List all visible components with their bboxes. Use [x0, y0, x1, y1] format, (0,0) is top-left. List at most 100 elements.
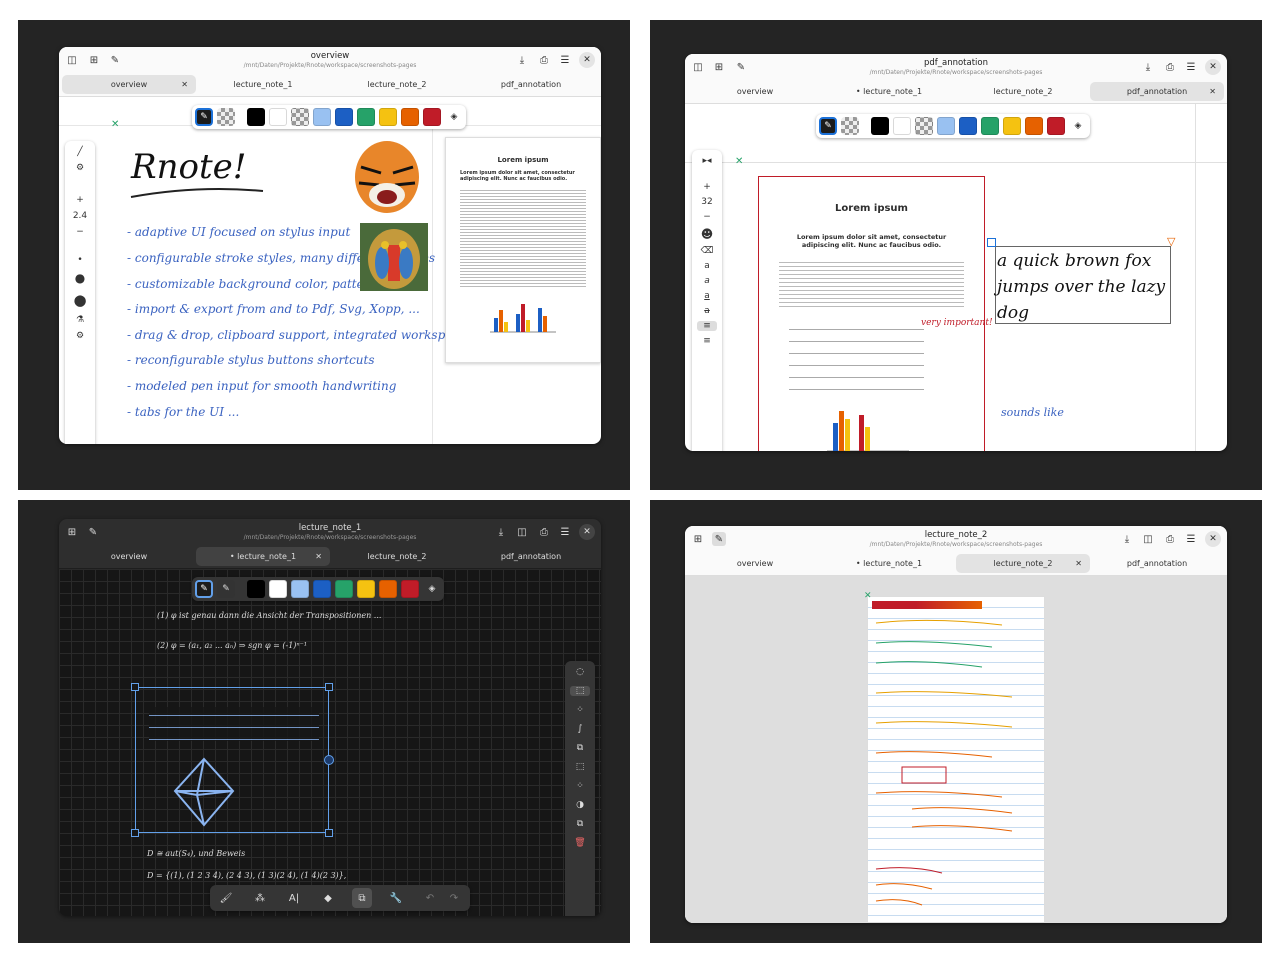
close-button[interactable]: ✕ [1205, 59, 1221, 75]
canvas[interactable]: ✕ [685, 576, 1227, 923]
menu-icon[interactable]: ☰ [1184, 532, 1198, 546]
settings-icon[interactable]: ⚙ [70, 163, 90, 173]
font-strikethrough-icon[interactable]: a [697, 306, 717, 316]
font-italic-icon[interactable]: a [697, 276, 717, 286]
swatch-white[interactable] [269, 108, 287, 126]
delete-icon[interactable]: 🗑 [570, 838, 590, 848]
invert-color-icon[interactable]: ◑ [570, 800, 590, 810]
stroke-width-large-icon[interactable]: ● [70, 291, 90, 309]
color-picker-icon[interactable]: ◈ [423, 580, 441, 598]
single-select-icon[interactable]: ⁘ [570, 705, 590, 715]
print-icon[interactable]: ⎙ [537, 525, 551, 539]
close-button[interactable]: ✕ [579, 52, 595, 68]
selector-icon[interactable]: ⧉ [352, 888, 372, 908]
lasso-icon[interactable]: ◌ [570, 667, 590, 677]
swatch-black[interactable] [247, 580, 265, 598]
resize-lock-icon[interactable]: ⧉ [570, 743, 590, 753]
typewriter-icon[interactable]: A| [284, 888, 304, 908]
rectangle-select-icon[interactable]: ⬚ [570, 686, 590, 696]
fill-color-icon[interactable]: ✎ [217, 580, 235, 598]
selection-handle-icon[interactable]: ▽ [1167, 235, 1175, 248]
stroke-color-icon[interactable]: ✎ [195, 108, 213, 126]
undo-icon[interactable]: ↶ [420, 888, 440, 908]
clear-format-icon[interactable]: ⌫ [697, 246, 717, 256]
pen-settings-icon[interactable]: ⚙ [70, 331, 90, 341]
swatch-lightblue[interactable] [291, 580, 309, 598]
save-icon[interactable]: ⤓ [515, 53, 529, 67]
rotate-handle-icon[interactable] [324, 755, 334, 765]
zoom-in-icon[interactable]: + [697, 182, 717, 192]
emoji-icon[interactable]: ☻ [697, 227, 717, 241]
font-underline-icon[interactable]: a [697, 291, 717, 301]
menu-icon[interactable]: ☰ [1184, 60, 1198, 74]
swatch-blue[interactable] [959, 117, 977, 135]
selection-handle-icon[interactable] [987, 238, 996, 247]
tab-pdf-annotation[interactable]: pdf_annotation [464, 75, 598, 94]
swatch-transparent[interactable] [291, 108, 309, 126]
tab-lecture-note-1[interactable]: • lecture_note_1 [822, 554, 956, 573]
swatch-red[interactable] [1047, 117, 1065, 135]
print-icon[interactable]: ⎙ [1163, 60, 1177, 74]
close-tab-icon[interactable]: ✕ [315, 552, 322, 561]
swatch-lightblue[interactable] [313, 108, 331, 126]
tab-pdf-annotation[interactable]: pdf_annotation [464, 547, 598, 566]
tab-lecture-note-1[interactable]: • lecture_note_1 [822, 82, 956, 101]
save-icon[interactable]: ⤓ [1120, 532, 1134, 546]
swatch-green[interactable] [981, 117, 999, 135]
swatch-black[interactable] [871, 117, 889, 135]
zoom-out-icon[interactable]: − [70, 227, 90, 237]
tab-lecture-note-1[interactable]: • lecture_note_1 ✕ [196, 547, 330, 566]
swatch-black[interactable] [247, 108, 265, 126]
swatch-yellow[interactable] [357, 580, 375, 598]
close-tab-icon[interactable]: ✕ [181, 80, 188, 89]
sidebar-icon[interactable]: ◫ [515, 525, 529, 539]
brush-icon[interactable]: 🖌 [216, 888, 236, 908]
tab-lecture-note-2[interactable]: lecture_note_2 [956, 82, 1090, 101]
selection-handle-icon[interactable] [325, 683, 333, 691]
stroke-color-icon[interactable]: ✎ [819, 117, 837, 135]
save-icon[interactable]: ⤓ [494, 525, 508, 539]
selection-handle-icon[interactable] [325, 829, 333, 837]
sidebar-icon[interactable]: ◫ [1141, 532, 1155, 546]
swatch-red[interactable] [423, 108, 441, 126]
tab-lecture-note-2[interactable]: lecture_note_2 ✕ [956, 554, 1090, 573]
tab-overview[interactable]: overview [688, 82, 822, 101]
duplicate-icon[interactable]: ⧉ [570, 819, 590, 829]
swatch-blue[interactable] [335, 108, 353, 126]
swatch-lightblue[interactable] [937, 117, 955, 135]
swatch-blue[interactable] [313, 580, 331, 598]
fill-color-icon[interactable] [217, 108, 235, 126]
zoom-out-icon[interactable]: − [697, 212, 717, 222]
selection-handle-icon[interactable] [131, 829, 139, 837]
intersect-select-icon[interactable]: ∫ [570, 724, 590, 734]
redo-icon[interactable]: ↷ [444, 888, 464, 908]
line-shape-icon[interactable]: ╱ [70, 147, 90, 157]
close-button[interactable]: ✕ [1205, 531, 1221, 547]
close-tab-icon[interactable]: ✕ [1209, 87, 1216, 96]
stroke-width-medium-icon[interactable]: ● [70, 271, 90, 285]
color-picker-icon[interactable]: ◈ [445, 108, 463, 126]
tab-pdf-annotation[interactable]: pdf_annotation ✕ [1090, 82, 1224, 101]
tab-overview[interactable]: overview [688, 554, 822, 573]
swatch-green[interactable] [357, 108, 375, 126]
text-size-icon[interactable]: ▸◂ [697, 156, 717, 166]
swatch-transparent[interactable] [915, 117, 933, 135]
save-icon[interactable]: ⤓ [1141, 60, 1155, 74]
close-button[interactable]: ✕ [579, 524, 595, 540]
swatch-white[interactable] [269, 580, 287, 598]
font-regular-icon[interactable]: a [697, 261, 717, 271]
print-icon[interactable]: ⎙ [1163, 532, 1177, 546]
deselect-icon[interactable]: ⁘ [570, 781, 590, 791]
swatch-orange[interactable] [401, 108, 419, 126]
align-left-icon[interactable]: ≡ [697, 321, 717, 331]
tab-pdf-annotation[interactable]: pdf_annotation [1090, 554, 1224, 573]
menu-icon[interactable]: ☰ [558, 53, 572, 67]
tab-lecture-note-2[interactable]: lecture_note_2 [330, 547, 464, 566]
stroke-color-icon[interactable]: ✎ [195, 580, 213, 598]
typed-text[interactable]: a quick brown fox jumps over the lazy do… [997, 248, 1169, 326]
swatch-green[interactable] [335, 580, 353, 598]
close-tab-icon[interactable]: ✕ [1075, 559, 1082, 568]
tab-overview[interactable]: overview ✕ [62, 75, 196, 94]
tab-overview[interactable]: overview [62, 547, 196, 566]
canvas[interactable]: ✎ ✎ ◈ (1) φ ist genau dann die Ansicht d… [59, 569, 601, 916]
